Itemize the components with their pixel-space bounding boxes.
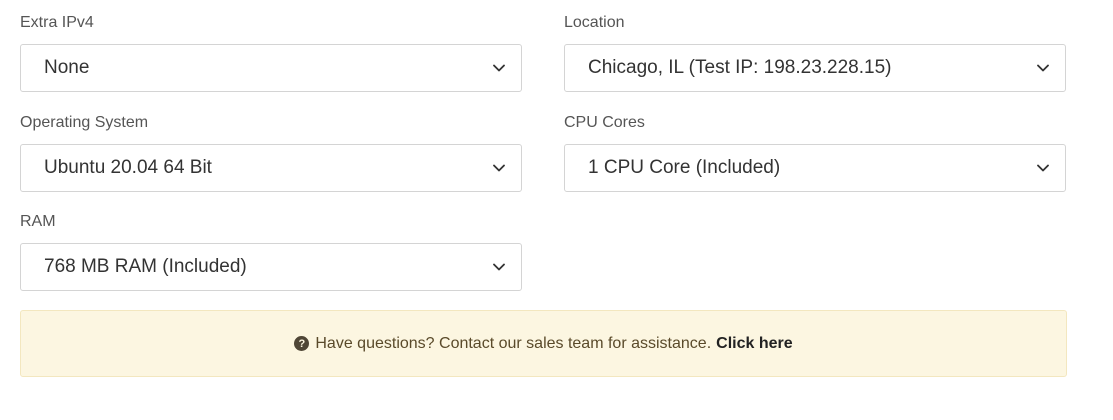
cpu-cores-field: CPU Cores 1 CPU Core (Included) (564, 112, 1066, 192)
extra-ipv4-select[interactable]: None (20, 44, 522, 92)
operating-system-value: Ubuntu 20.04 64 Bit (44, 157, 212, 178)
chevron-down-icon (491, 259, 507, 275)
location-value: Chicago, IL (Test IP: 198.23.228.15) (588, 57, 892, 78)
extra-ipv4-label: Extra IPv4 (20, 14, 94, 31)
operating-system-select[interactable]: Ubuntu 20.04 64 Bit (20, 144, 522, 192)
ram-select[interactable]: 768 MB RAM (Included) (20, 243, 522, 291)
cpu-cores-value: 1 CPU Core (Included) (588, 157, 781, 178)
sales-contact-alert: ? Have questions? Contact our sales team… (20, 310, 1067, 377)
location-label: Location (564, 14, 625, 31)
location-field: Location Chicago, IL (Test IP: 198.23.22… (564, 12, 1066, 92)
extra-ipv4-value: None (44, 57, 90, 78)
operating-system-field: Operating System Ubuntu 20.04 64 Bit (20, 112, 522, 192)
ram-value: 768 MB RAM (Included) (44, 256, 247, 277)
chevron-down-icon (1035, 160, 1051, 176)
ram-field: RAM 768 MB RAM (Included) (20, 211, 522, 291)
chevron-down-icon (491, 160, 507, 176)
chevron-down-icon (1035, 60, 1051, 76)
cpu-cores-select[interactable]: 1 CPU Core (Included) (564, 144, 1066, 192)
extra-ipv4-field: Extra IPv4 None (20, 12, 522, 92)
question-circle-icon: ? (294, 336, 310, 351)
operating-system-label: Operating System (20, 114, 149, 131)
ram-label: RAM (20, 213, 56, 230)
location-select[interactable]: Chicago, IL (Test IP: 198.23.228.15) (564, 44, 1066, 92)
click-here-link[interactable]: Click here (716, 335, 792, 353)
cpu-cores-label: CPU Cores (564, 114, 645, 131)
chevron-down-icon (491, 60, 507, 76)
alert-text: Have questions? Contact our sales team f… (315, 334, 712, 352)
